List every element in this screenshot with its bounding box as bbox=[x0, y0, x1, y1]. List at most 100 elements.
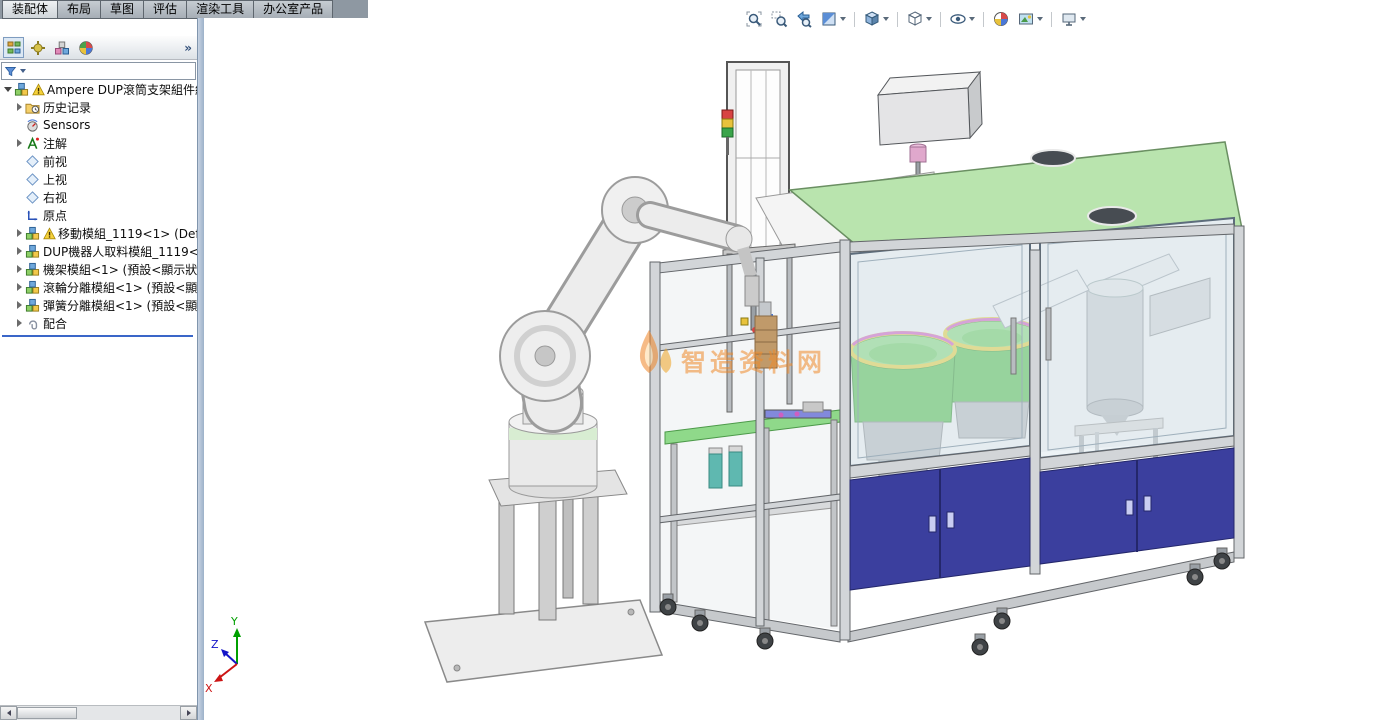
configurationmanager-tab[interactable] bbox=[51, 37, 72, 58]
zoom-to-fit-button[interactable] bbox=[744, 9, 764, 29]
tree-filter-bar[interactable] bbox=[1, 62, 196, 80]
expand-toggle[interactable] bbox=[14, 228, 24, 238]
tab-render-tools[interactable]: 渲染工具 bbox=[187, 0, 254, 19]
tab-assembly[interactable]: 装配体 bbox=[2, 0, 58, 19]
chevron-down-icon[interactable] bbox=[883, 17, 889, 21]
chevron-down-icon[interactable] bbox=[926, 17, 932, 21]
panel-splitter[interactable] bbox=[197, 18, 204, 720]
panel-handle[interactable] bbox=[929, 516, 936, 532]
tree-item-right-plane[interactable]: 右视 bbox=[0, 188, 197, 206]
zoom-to-area-button[interactable] bbox=[769, 9, 789, 29]
apply-scene-icon bbox=[1017, 10, 1035, 28]
expand-toggle[interactable] bbox=[3, 84, 13, 94]
view-orientation-icon bbox=[863, 10, 881, 28]
model-scene[interactable]: 智造资料网 Y Z X bbox=[203, 18, 1385, 720]
air-filter bbox=[729, 452, 742, 486]
graphics-area[interactable]: 智造资料网 Y Z X bbox=[203, 18, 1385, 720]
plane-icon bbox=[25, 190, 40, 205]
section-view-button[interactable] bbox=[819, 9, 847, 29]
expand-toggle[interactable] bbox=[14, 246, 24, 256]
edit-appearance-icon bbox=[992, 10, 1010, 28]
tree-item-spring-separation-module[interactable]: 彈簧分離模組<1> (預設<顯... bbox=[0, 296, 197, 314]
expand-toggle[interactable] bbox=[14, 282, 24, 292]
tab-office-products[interactable]: 办公室产品 bbox=[254, 0, 333, 19]
hide-show-items-button[interactable] bbox=[948, 9, 976, 29]
chevron-down-icon[interactable] bbox=[969, 17, 975, 21]
displaymanager-tab[interactable] bbox=[75, 37, 96, 58]
tree-item-label: 右视 bbox=[43, 189, 67, 206]
scroll-left-button[interactable] bbox=[0, 706, 17, 720]
panel-handle[interactable] bbox=[1126, 500, 1133, 515]
glass-door-right[interactable] bbox=[1040, 218, 1234, 458]
plane-icon bbox=[25, 172, 40, 187]
tree-item-sensors[interactable]: Sensors bbox=[0, 116, 197, 134]
edit-appearance-button[interactable] bbox=[991, 9, 1011, 29]
tree-root-item[interactable]: Ampere DUP滾筒支架組件組 bbox=[0, 80, 197, 98]
tree-item-history[interactable]: 历史记录 bbox=[0, 98, 197, 116]
zoom-to-area-icon bbox=[770, 10, 788, 28]
expand-toggle[interactable] bbox=[14, 138, 24, 148]
chevron-down-icon[interactable] bbox=[1037, 17, 1043, 21]
featuremanager-panel: » Ampere DUP滾筒支架組件組 历史记录 Sensors bbox=[0, 36, 197, 720]
door-handle[interactable] bbox=[1011, 318, 1016, 374]
chevron-down-icon[interactable] bbox=[840, 17, 846, 21]
display-style-button[interactable] bbox=[905, 9, 933, 29]
rollback-bar[interactable] bbox=[2, 335, 193, 337]
commandmanager-tab-bar: 装配体 布局 草图 评估 渲染工具 办公室产品 bbox=[0, 0, 368, 19]
apply-scene-button[interactable] bbox=[1016, 9, 1044, 29]
propertymanager-icon bbox=[30, 40, 46, 56]
toolbar-separator bbox=[983, 12, 984, 27]
expand-toggle[interactable] bbox=[14, 300, 24, 310]
displaymanager-icon bbox=[78, 40, 94, 56]
scroll-right-button[interactable] bbox=[180, 706, 197, 720]
toolbar-separator bbox=[940, 12, 941, 27]
tree-item-mates[interactable]: 配合 bbox=[0, 314, 197, 332]
expand-toggle[interactable] bbox=[14, 318, 24, 328]
panel-handle[interactable] bbox=[947, 512, 954, 528]
view-settings-button[interactable] bbox=[1059, 9, 1087, 29]
tree-item-top-plane[interactable]: 上视 bbox=[0, 170, 197, 188]
orientation-triad[interactable]: Y Z X bbox=[205, 615, 241, 695]
expand-toggle[interactable] bbox=[14, 102, 24, 112]
toolbar-separator bbox=[1051, 12, 1052, 27]
hide-show-items-icon bbox=[949, 10, 967, 28]
tree-item-moving-module[interactable]: 移動模組_1119<1> (Def... bbox=[0, 224, 197, 242]
tree-item-label: 滾輪分離模組<1> (預設<顯... bbox=[43, 279, 197, 296]
triad-z-label: Z bbox=[211, 638, 219, 651]
propertymanager-tab[interactable] bbox=[27, 37, 48, 58]
scrollbar-thumb[interactable] bbox=[17, 707, 77, 719]
roof-hole bbox=[1088, 207, 1136, 225]
tab-sketch[interactable]: 草图 bbox=[101, 0, 144, 19]
featuremanager-tab[interactable] bbox=[3, 37, 24, 58]
panel-collapse-button[interactable]: » bbox=[184, 41, 194, 55]
tab-evaluate[interactable]: 评估 bbox=[144, 0, 187, 19]
tree-item-front-plane[interactable]: 前视 bbox=[0, 152, 197, 170]
tree-item-roller-separation-module[interactable]: 滾輪分離模組<1> (預設<顯... bbox=[0, 278, 197, 296]
warning-icon bbox=[32, 83, 45, 96]
glass-door-left[interactable] bbox=[850, 236, 1030, 466]
panel-handle[interactable] bbox=[1144, 496, 1151, 511]
display-style-icon bbox=[906, 10, 924, 28]
previous-view-button[interactable] bbox=[794, 9, 814, 29]
tree-item-robot-pick-module[interactable]: DUP機器人取料模組_1119<1 bbox=[0, 242, 197, 260]
chevron-down-icon[interactable] bbox=[1080, 17, 1086, 21]
sensors-icon bbox=[25, 118, 40, 133]
tree-item-annotations[interactable]: 注解 bbox=[0, 134, 197, 152]
solidworks-window: 装配体 布局 草图 评估 渲染工具 办公室产品 bbox=[0, 0, 1385, 720]
chevron-down-icon[interactable] bbox=[20, 69, 26, 73]
expand-toggle bbox=[14, 174, 24, 184]
triad-x-label: X bbox=[205, 682, 213, 695]
tree-item-label: 移動模組_1119<1> (Def... bbox=[58, 225, 197, 242]
tree-horizontal-scrollbar[interactable] bbox=[0, 705, 197, 720]
triad-y-label: Y bbox=[230, 615, 238, 628]
headsup-toolbar bbox=[744, 9, 1087, 29]
tree-item-frame-module[interactable]: 機架模組<1> (預設<顯示狀... bbox=[0, 260, 197, 278]
tree-item-origin[interactable]: 原点 bbox=[0, 206, 197, 224]
stack-light-red bbox=[722, 110, 733, 119]
view-orientation-button[interactable] bbox=[862, 9, 890, 29]
door-handle[interactable] bbox=[1046, 308, 1051, 360]
tab-layout[interactable]: 布局 bbox=[58, 0, 101, 19]
expand-toggle[interactable] bbox=[14, 264, 24, 274]
robot-pedestal[interactable] bbox=[425, 470, 662, 682]
expand-toggle bbox=[14, 192, 24, 202]
